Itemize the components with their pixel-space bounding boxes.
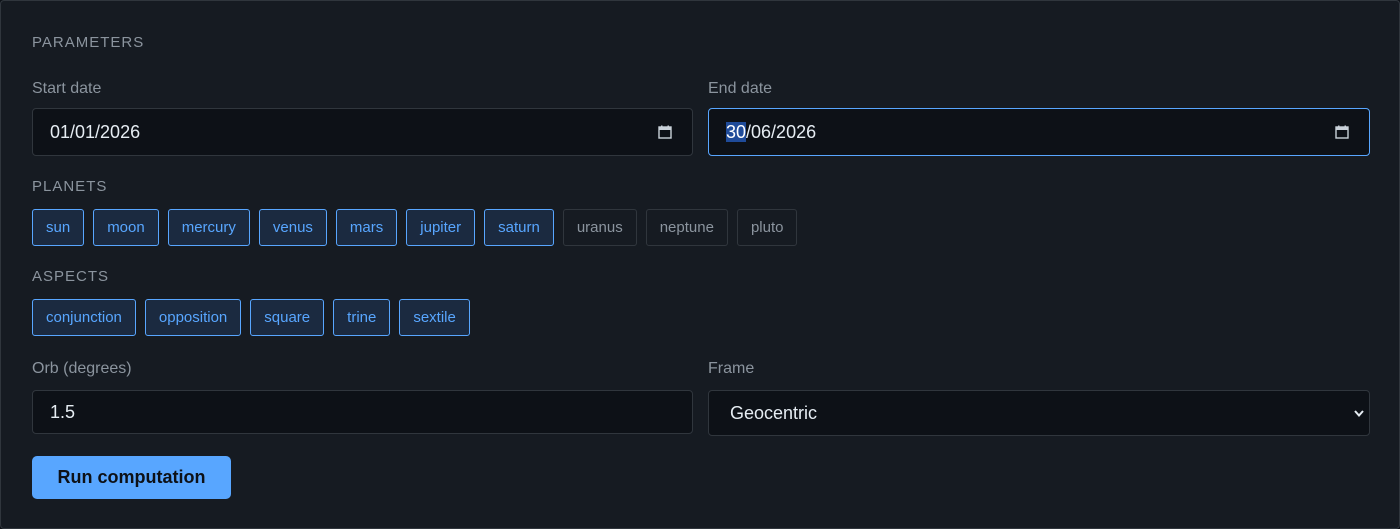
orb-input[interactable]: 1.5 bbox=[32, 390, 693, 434]
run-computation-button[interactable]: Run computation bbox=[32, 456, 231, 499]
aspect-chip-trine[interactable]: trine bbox=[333, 299, 391, 336]
aspect-chip-list: conjunction opposition square trine sext… bbox=[32, 299, 470, 336]
parameters-heading: PARAMETERS bbox=[32, 34, 145, 51]
end-date-value: 30/06/2026 bbox=[726, 121, 817, 143]
orb-value: 1.5 bbox=[50, 401, 76, 422]
start-date-input[interactable]: 01/01/2026 bbox=[32, 108, 693, 156]
planet-chip-neptune[interactable]: neptune bbox=[645, 209, 728, 246]
planet-chip-uranus[interactable]: uranus bbox=[562, 209, 637, 246]
aspect-chip-opposition[interactable]: opposition bbox=[144, 299, 242, 336]
calendar-icon[interactable] bbox=[1335, 125, 1349, 139]
planet-chip-venus[interactable]: venus bbox=[258, 209, 327, 246]
parameters-panel: PARAMETERS Start date 01/01/2026 End dat… bbox=[0, 0, 1400, 529]
planets-heading: PLANETS bbox=[32, 178, 108, 195]
aspect-chip-square[interactable]: square bbox=[250, 299, 325, 336]
end-date-label: End date bbox=[708, 80, 773, 97]
orb-label: Orb (degrees) bbox=[32, 360, 132, 377]
frame-selected-value: Geocentric bbox=[730, 402, 818, 423]
calendar-icon[interactable] bbox=[658, 125, 672, 139]
planet-chip-jupiter[interactable]: jupiter bbox=[406, 209, 476, 246]
frame-select[interactable]: Geocentric bbox=[708, 390, 1370, 436]
planet-chip-list: sun moon mercury venus mars jupiter satu… bbox=[32, 209, 798, 246]
planet-chip-mercury[interactable]: mercury bbox=[167, 209, 250, 246]
aspect-chip-conjunction[interactable]: conjunction bbox=[32, 299, 136, 336]
frame-label: Frame bbox=[708, 360, 755, 377]
planet-chip-pluto[interactable]: pluto bbox=[736, 209, 798, 246]
end-date-day-segment[interactable]: 30 bbox=[726, 121, 747, 142]
chevron-down-icon bbox=[1354, 410, 1364, 418]
end-date-rest: /06/2026 bbox=[746, 121, 817, 142]
aspects-heading: ASPECTS bbox=[32, 268, 110, 285]
aspect-chip-sextile[interactable]: sextile bbox=[399, 299, 470, 336]
end-date-input[interactable]: 30/06/2026 bbox=[708, 108, 1370, 156]
start-date-value: 01/01/2026 bbox=[50, 121, 141, 142]
planet-chip-saturn[interactable]: saturn bbox=[484, 209, 554, 246]
planet-chip-mars[interactable]: mars bbox=[335, 209, 398, 246]
start-date-label: Start date bbox=[32, 80, 102, 97]
planet-chip-sun[interactable]: sun bbox=[32, 209, 85, 246]
planet-chip-moon[interactable]: moon bbox=[93, 209, 159, 246]
